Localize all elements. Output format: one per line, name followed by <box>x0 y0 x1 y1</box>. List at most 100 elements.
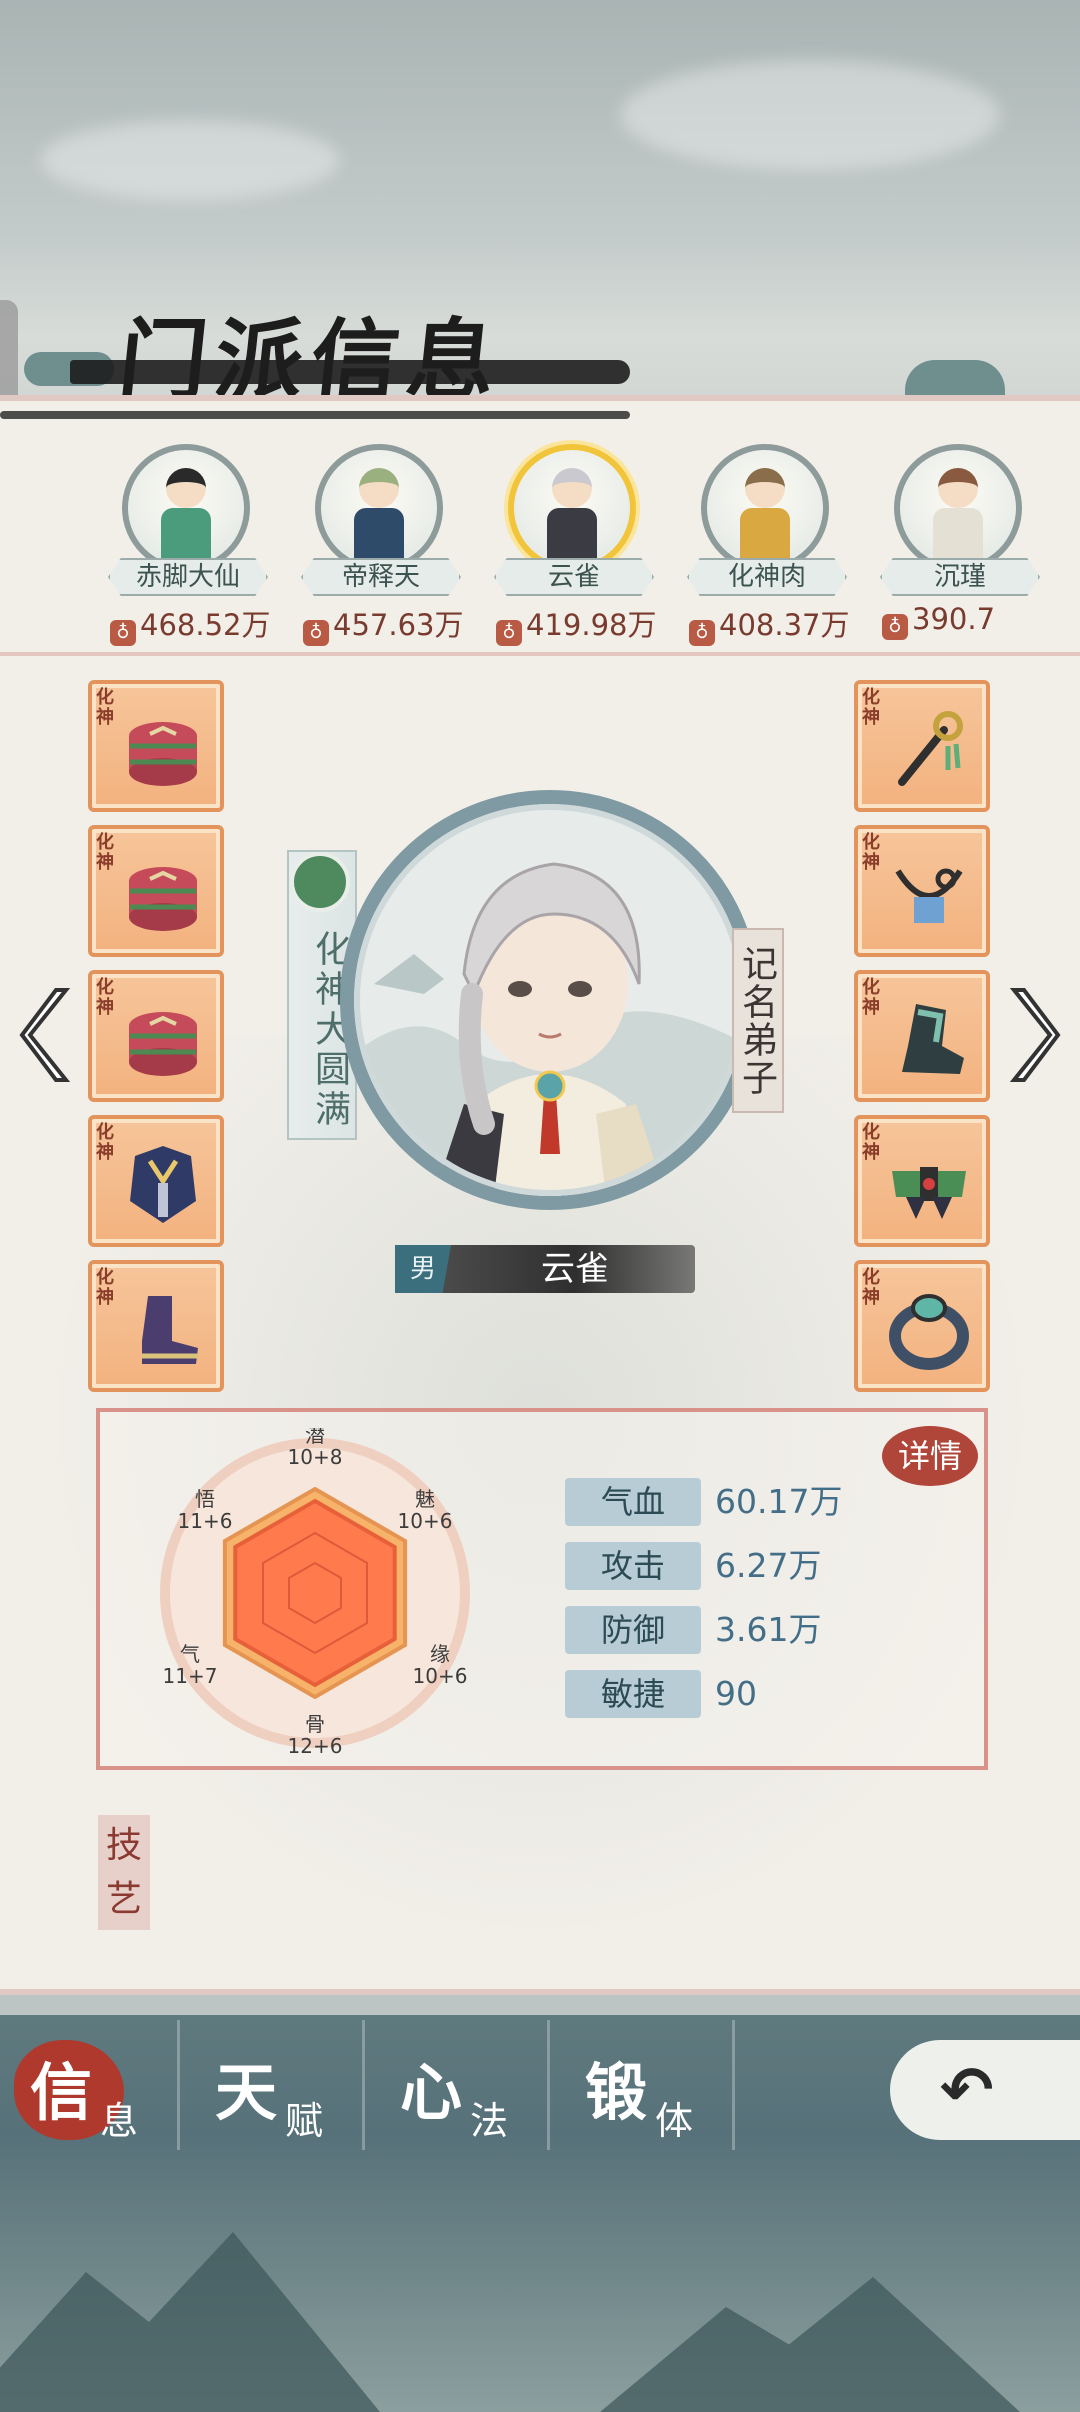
roster-item[interactable]: 赤脚大仙 ♁ 468.52万 <box>70 440 270 650</box>
chibi-head <box>359 468 399 508</box>
power-icon: ♁ <box>496 620 522 646</box>
equipment-tier-tag: 化神 <box>96 1122 114 1163</box>
power-value: 390.7 <box>912 602 996 636</box>
roster-item[interactable]: 云雀 ♁ 419.98万 <box>456 440 656 650</box>
drum-icon <box>120 996 206 1082</box>
chibi-head <box>552 468 592 508</box>
tab-2[interactable]: 心法 <box>370 2020 550 2150</box>
equipment-slot[interactable]: 化神 <box>88 1260 224 1392</box>
roster-power: ♁ 468.52万 <box>110 602 270 646</box>
title-banner: 门派信息 <box>70 280 630 412</box>
radar-axis-value: 10+6 <box>413 1664 468 1688</box>
roster-power: ♁ 419.98万 <box>496 602 656 646</box>
mountain-decoration <box>0 2232 380 2412</box>
radar-axis-value: 11+7 <box>163 1664 218 1688</box>
power-value: 408.37万 <box>719 608 850 642</box>
sky-cloud <box>40 120 340 200</box>
back-button[interactable]: ↶ <box>890 2040 1080 2140</box>
avatar[interactable] <box>894 444 1022 572</box>
tab-subtitle: 赋 <box>285 2099 324 2143</box>
equipment-tier-tag: 化神 <box>96 977 114 1018</box>
equipment-tier-tag: 化神 <box>862 832 880 873</box>
chibi-body <box>547 508 597 564</box>
roster-item[interactable]: 化神肉 ♁ 408.37万 <box>649 440 849 650</box>
chibi-body <box>933 508 983 564</box>
drum-icon <box>120 851 206 937</box>
radar-axis-label: 魅 <box>415 1487 435 1511</box>
avatar[interactable] <box>315 444 443 572</box>
panel-top-rule <box>0 411 630 419</box>
prev-arrow-icon[interactable] <box>18 980 78 1090</box>
roster-name: 赤脚大仙 <box>108 558 268 596</box>
equipment-slot[interactable]: 化神 <box>854 825 990 957</box>
necklace-icon <box>886 851 972 937</box>
radar-axis-value: 10+6 <box>398 1509 453 1533</box>
ring-icon <box>886 1286 972 1372</box>
equipment-slot[interactable]: 化神 <box>854 680 990 812</box>
avatar[interactable] <box>122 444 250 572</box>
tab-1[interactable]: 天赋 <box>185 2020 365 2150</box>
equipment-tier-tag: 化神 <box>862 687 880 728</box>
equipment-slot[interactable]: 化神 <box>88 680 224 812</box>
equipment-slot[interactable]: 化神 <box>854 1115 990 1247</box>
chibi-body <box>161 508 211 564</box>
character-name: 云雀 <box>541 1249 609 1289</box>
details-button[interactable]: 详情 <box>882 1426 978 1486</box>
power-icon: ♁ <box>882 614 908 640</box>
equipment-slot[interactable]: 化神 <box>88 970 224 1102</box>
chibi-head <box>745 468 785 508</box>
staff-icon <box>886 706 972 792</box>
roster-name: 沉瑾 <box>880 558 1040 596</box>
chibi-head <box>938 468 978 508</box>
tab-0[interactable]: 信息 <box>0 2020 180 2150</box>
title-cloud-decoration <box>905 360 1005 400</box>
power-icon: ♁ <box>303 620 329 646</box>
avatar[interactable] <box>701 444 829 572</box>
equipment-tier-tag: 化神 <box>96 1267 114 1308</box>
stat-value: 6.27万 <box>715 1546 822 1585</box>
radar-axis-value: 11+6 <box>178 1509 233 1533</box>
roster-item[interactable]: 帝释天 ♁ 457.63万 <box>263 440 463 650</box>
radar-axis-label: 悟 <box>195 1487 215 1511</box>
tab-subtitle: 体 <box>655 2099 694 2143</box>
bottom-tabs: 信息天赋心法锻体 <box>0 2020 740 2150</box>
equipment-tier-tag: 化神 <box>96 832 114 873</box>
portrait-art <box>354 862 746 1196</box>
power-value: 419.98万 <box>526 608 657 642</box>
chibi-body <box>354 508 404 564</box>
radar-axis-label: 气 <box>180 1642 200 1666</box>
mountain-decoration <box>600 2277 1020 2412</box>
equipment-slot[interactable]: 化神 <box>854 1260 990 1392</box>
equipment-slot[interactable]: 化神 <box>88 1115 224 1247</box>
disciple-roster[interactable]: 赤脚大仙 ♁ 468.52万 帝释天 ♁ 457.63万 云雀 ♁ 419.98万 化神肉 ♁ 408… <box>0 440 1080 650</box>
character-portrait[interactable] <box>340 790 760 1210</box>
next-arrow-icon[interactable] <box>1002 980 1062 1090</box>
chibi-figure <box>730 468 800 566</box>
tab-subtitle: 息 <box>100 2099 139 2143</box>
equipment-slot[interactable]: 化神 <box>88 825 224 957</box>
boot-icon <box>120 1286 206 1372</box>
gender-tag: 男 <box>395 1245 451 1293</box>
stat-value: 90 <box>715 1674 757 1713</box>
chibi-figure <box>923 468 993 566</box>
equipment-tier-tag: 化神 <box>862 1122 880 1163</box>
equipment-slot[interactable]: 化神 <box>854 970 990 1102</box>
radar-axis-value: 10+8 <box>288 1445 343 1469</box>
rank-banner: 记名弟子 <box>732 928 784 1113</box>
skills-tab[interactable]: 技艺 <box>98 1815 150 1930</box>
equipment-tier-tag: 化神 <box>862 977 880 1018</box>
aptitude-radar-chart: 潜10+8魅10+6缘10+6骨12+6气11+7悟11+6 <box>160 1428 470 1758</box>
chibi-figure <box>151 468 221 566</box>
tab-subtitle: 法 <box>470 2099 509 2143</box>
roster-name: 帝释天 <box>301 558 461 596</box>
avatar[interactable] <box>508 444 636 572</box>
roster-name: 云雀 <box>494 558 654 596</box>
roster-power: ♁ 390.7 <box>882 602 995 640</box>
radar-axis-label: 骨 <box>305 1712 325 1736</box>
stat-value: 60.17万 <box>715 1482 843 1521</box>
back-arrow-icon: ↶ <box>940 2054 994 2128</box>
roster-item[interactable]: 沉瑾 ♁ 390.7 <box>842 440 1040 650</box>
chibi-body <box>740 508 790 564</box>
chibi-figure <box>344 468 414 566</box>
tab-3[interactable]: 锻体 <box>555 2020 735 2150</box>
